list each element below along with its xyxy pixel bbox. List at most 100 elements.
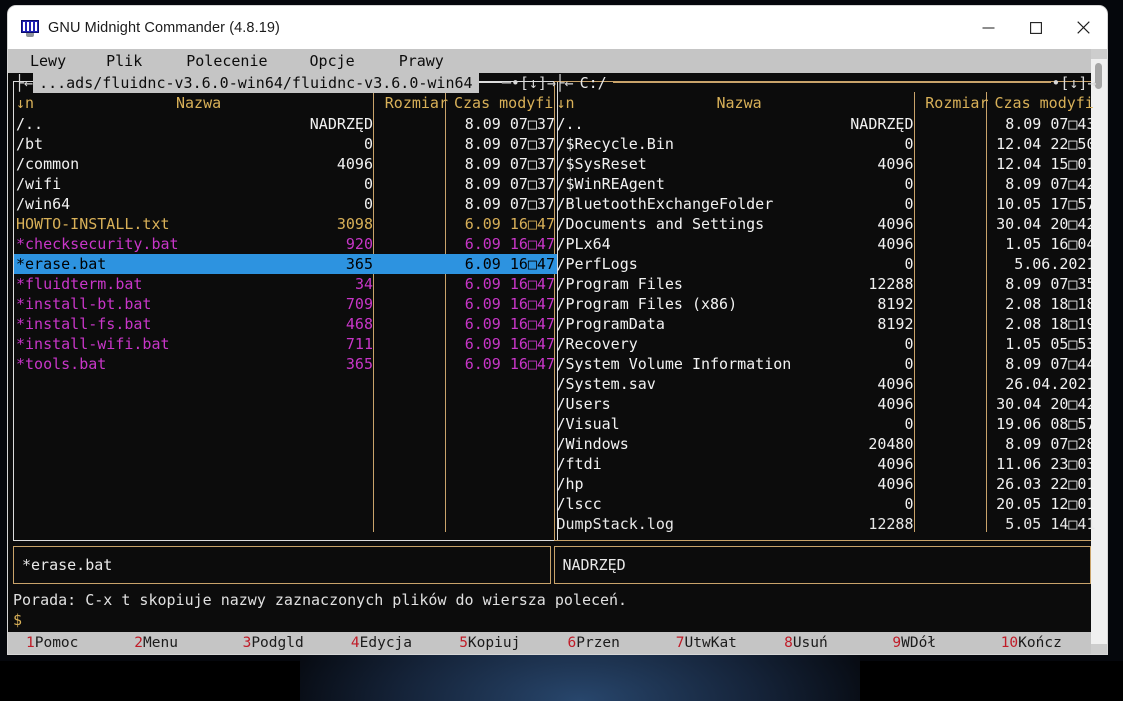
file-size: 4096 [845, 214, 914, 234]
file-row[interactable]: /..NADRZĘD8.09 07□37 [14, 114, 557, 134]
right-file-list[interactable]: /..NADRZĘD8.09 07□43/$Recycle.Bin012.04 … [555, 114, 1098, 532]
file-size: 711 [304, 334, 373, 354]
file-row[interactable]: /Users409630.04 20□42 [555, 394, 1098, 414]
scrollbar-bottom-cap [1091, 644, 1107, 654]
file-mtime: 5.05 14□41 [994, 514, 1096, 532]
right-file-panel[interactable]: ├← C:/ •[↓]→ ↓n Nazwa Rozmiar Czas modyf… [554, 73, 1092, 546]
file-row[interactable]: /..NADRZĘD8.09 07□43 [555, 114, 1098, 134]
function-key-f1[interactable]: 1Pomoc [26, 632, 78, 654]
function-key-f8[interactable]: 8Usuń [784, 632, 828, 654]
file-row[interactable]: *checksecurity.bat9206.09 16□47 [14, 234, 557, 254]
file-row[interactable]: /lscc020.05 12□01 [555, 494, 1098, 514]
file-size: 468 [304, 314, 373, 334]
function-key-f4[interactable]: 4Edycja [351, 632, 412, 654]
left-size-column-header[interactable]: Rozmiar [378, 92, 448, 114]
file-row[interactable]: /hp409626.03 22□01 [555, 474, 1098, 494]
function-key-f10[interactable]: 10Kończ [1001, 632, 1062, 654]
left-name-header-label: Nazwa [176, 92, 221, 114]
function-key-f9[interactable]: 9WDół [892, 632, 936, 654]
file-mtime: 8.09 07□42 [994, 174, 1096, 194]
left-panel-back-arrow[interactable]: ├← [13, 73, 33, 93]
left-panel-dropdown-arrow[interactable]: ─•[↓]→ [502, 73, 558, 93]
file-row[interactable]: /Recovery01.05 05□53 [555, 334, 1098, 354]
function-key-bar: 1Pomoc 2Menu 3Podgld 4Edycja 5Kopiuj 6Przen 7U… [8, 632, 1091, 654]
function-key-f5[interactable]: 5Kopiuj [459, 632, 520, 654]
left-file-panel[interactable]: ├← ...ads/fluidnc-v3.6.0-win64/fluidnc-v… [13, 73, 551, 546]
file-mtime: 8.09 07□37 [453, 114, 555, 134]
file-row[interactable]: /Documents and Settings409630.04 20□42 [555, 214, 1098, 234]
right-panel-back-arrow[interactable]: ├← [554, 73, 574, 93]
file-row[interactable]: /bt08.09 07□37 [14, 134, 557, 154]
mc-menubar: Lewy Plik Polecenie Opcje Prawy [8, 49, 1091, 73]
left-name-column-header[interactable]: ↓n Nazwa [16, 92, 373, 114]
function-key-label: Menu [143, 632, 178, 654]
function-key-f6[interactable]: 6Przen [568, 632, 620, 654]
file-row[interactable]: /Program Files122888.09 07□35 [555, 274, 1098, 294]
menu-item-command[interactable]: Polecenie [186, 49, 267, 73]
menu-item-left[interactable]: Lewy [30, 49, 66, 73]
file-row[interactable]: /wifi08.09 07□37 [14, 174, 557, 194]
sort-indicator-icon[interactable]: ↓n [557, 94, 575, 112]
file-row[interactable]: /System.sav409626.04.2021 [555, 374, 1098, 394]
function-key-f2[interactable]: 2Menu [134, 632, 178, 654]
file-row[interactable]: /ProgramData81922.08 18□19 [555, 314, 1098, 334]
function-key-label: Podgld [251, 632, 303, 654]
file-row[interactable]: /Windows204808.09 07□28 [555, 434, 1098, 454]
file-mtime: 12.04 22□50 [994, 134, 1096, 154]
right-time-column-header[interactable]: Czas modyfi [995, 92, 1094, 114]
right-name-column-header[interactable]: ↓n Nazwa [557, 92, 914, 114]
file-row[interactable]: /System Volume Information08.09 07□44 [555, 354, 1098, 374]
function-key-f7[interactable]: 7UtwKat [676, 632, 737, 654]
file-row[interactable]: /Program Files (x86)81922.08 18□18 [555, 294, 1098, 314]
file-mtime: 8.09 07□43 [994, 114, 1096, 134]
menu-item-file[interactable]: Plik [106, 49, 142, 73]
right-panel-path[interactable]: C:/ [574, 73, 613, 93]
file-row[interactable]: /common40968.09 07□37 [14, 154, 557, 174]
function-key-label: Kończ [1018, 632, 1062, 654]
file-mtime: 8.09 07□37 [453, 174, 555, 194]
file-row[interactable]: /$SysReset409612.04 15□01 [555, 154, 1098, 174]
function-key-number: 1 [26, 632, 35, 654]
file-size: 34 [304, 274, 373, 294]
left-panel-path[interactable]: ...ads/fluidnc-v3.6.0-win64/fluidnc-v3.6… [33, 73, 478, 93]
file-mtime: 8.09 07□44 [994, 354, 1096, 374]
file-row[interactable]: /BluetoothExchangeFolder010.05 17□57 [555, 194, 1098, 214]
file-row[interactable]: *install-wifi.bat7116.09 16□47 [14, 334, 557, 354]
file-row[interactable]: /PLx6440961.05 16□04 [555, 234, 1098, 254]
file-row[interactable]: /PerfLogs05.06.2021 [555, 254, 1098, 274]
file-row[interactable]: HOWTO-INSTALL.txt30986.09 16□47 [14, 214, 557, 234]
file-size: 365 [304, 254, 373, 274]
file-row[interactable]: *install-fs.bat4686.09 16□47 [14, 314, 557, 334]
file-mtime: 8.09 07□28 [994, 434, 1096, 454]
file-size: 0 [845, 174, 914, 194]
file-row[interactable]: *tools.bat3656.09 16□47 [14, 354, 557, 374]
menu-item-right[interactable]: Prawy [399, 49, 444, 73]
shell-prompt[interactable]: $ [13, 610, 22, 630]
function-key-label: Pomoc [35, 632, 79, 654]
right-size-column-header[interactable]: Rozmiar [919, 92, 989, 114]
left-file-list[interactable]: /..NADRZĘD8.09 07□37/bt08.09 07□37/commo… [14, 114, 557, 532]
file-row[interactable]: *fluidterm.bat346.09 16□47 [14, 274, 557, 294]
terminal-surface: Lewy Plik Polecenie Opcje Prawy ├← ...ad… [8, 49, 1091, 654]
file-row[interactable]: DumpStack.log122885.05 14□41 [555, 514, 1098, 532]
file-size: 0 [845, 334, 914, 354]
file-row[interactable]: /$Recycle.Bin012.04 22□50 [555, 134, 1098, 154]
file-row[interactable]: *install-bt.bat7096.09 16□47 [14, 294, 557, 314]
file-row[interactable]: *erase.bat3656.09 16□47 [14, 254, 557, 274]
function-key-number: 7 [676, 632, 685, 654]
file-row[interactable]: /win6408.09 07□37 [14, 194, 557, 214]
function-key-f3[interactable]: 3Podgld [243, 632, 304, 654]
file-row[interactable]: /Visual019.06 08□57 [555, 414, 1098, 434]
file-row[interactable]: /ftdi409611.06 23□03 [555, 454, 1098, 474]
menu-item-options[interactable]: Opcje [310, 49, 355, 73]
sort-indicator-icon[interactable]: ↓n [16, 94, 34, 112]
file-mtime: 6.09 16□47 [453, 274, 555, 294]
close-icon[interactable] [1059, 6, 1107, 49]
minimize-icon[interactable] [965, 6, 1012, 49]
right-panel-dropdown-arrow[interactable]: •[↓]→ [1051, 73, 1098, 93]
left-time-column-header[interactable]: Czas modyfi [454, 92, 553, 114]
file-size: 12288 [845, 514, 914, 532]
maximize-icon[interactable] [1012, 6, 1059, 49]
file-row[interactable]: /$WinREAgent08.09 07□42 [555, 174, 1098, 194]
file-size: 0 [845, 134, 914, 154]
